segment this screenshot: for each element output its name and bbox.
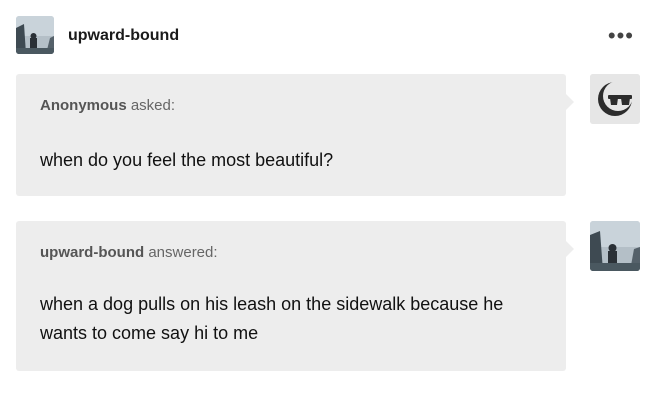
answerer-line: upward-bound answered: [40, 244, 218, 261]
answerer-avatar[interactable] [590, 221, 640, 271]
asker-name: Anonymous [40, 97, 127, 114]
answerer-name[interactable]: upward-bound [40, 244, 144, 261]
answerer-suffix: answered: [148, 244, 218, 261]
question-text: when do you feel the most beautiful? [40, 150, 334, 170]
blog-avatar[interactable] [16, 16, 54, 54]
ellipsis-icon[interactable]: ••• [608, 23, 634, 49]
answer-bubble: upward-bound answered: when a dog pulls … [16, 221, 574, 371]
asker-suffix: asked: [130, 97, 176, 114]
blog-name[interactable]: upward-bound [68, 27, 179, 45]
answer-text: when a dog pulls on his leash on the sid… [40, 294, 504, 343]
asker-line: Anonymous asked: [40, 97, 175, 114]
post-header: upward-bound ••• [16, 16, 648, 56]
question-bubble: Anonymous asked: when do you feel the mo… [16, 74, 574, 196]
anonymous-avatar [590, 74, 640, 124]
